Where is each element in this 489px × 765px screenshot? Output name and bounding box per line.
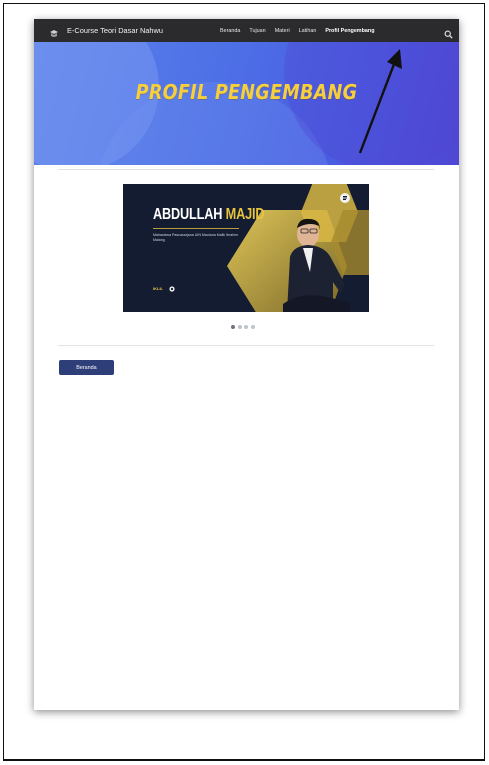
banner-tag: IKLIL — [153, 286, 163, 291]
annotation-arrow-icon — [358, 49, 402, 154]
carousel-dot-2[interactable] — [237, 325, 242, 329]
site-logo-icon[interactable] — [49, 26, 59, 37]
nav-link-profil-pengembang[interactable]: Profil Pengembang — [325, 28, 374, 34]
developer-first-name: ABDULLAH — [153, 206, 223, 223]
site-title[interactable]: E-Course Teori Dasar Nahwu — [67, 26, 163, 35]
divider — [58, 169, 434, 170]
carousel-dot-4[interactable] — [250, 325, 255, 329]
nav-link-beranda[interactable]: Beranda — [220, 28, 240, 34]
developer-name: ABDULLAH MAJID — [153, 206, 265, 224]
developer-description: Mahasiswa Pascasarjana UIN Maulana Malik… — [153, 233, 239, 242]
nav-link-latihan[interactable]: Latihan — [299, 28, 317, 34]
beranda-button[interactable]: Beranda — [59, 360, 114, 375]
nav-link-tujuan[interactable]: Tujuan — [249, 28, 265, 34]
banner-underline — [153, 228, 239, 229]
nav-menu: Beranda Tujuan Materi Latihan Profil Pen… — [220, 19, 383, 42]
top-navbar: E-Course Teori Dasar Nahwu Beranda Tujua… — [34, 19, 459, 42]
browser-screenshot: E-Course Teori Dasar Nahwu Beranda Tujua… — [34, 19, 459, 710]
divider — [58, 345, 434, 346]
badge-icon — [340, 193, 350, 203]
carousel-dot-3[interactable] — [244, 325, 248, 329]
carousel-indicators — [231, 325, 257, 329]
bottom-rule — [3, 759, 485, 761]
instagram-icon — [169, 286, 175, 292]
nav-link-materi[interactable]: Materi — [275, 28, 290, 34]
carousel-slide[interactable]: ABDULLAH MAJID Mahasiswa Pascasarjana UI… — [123, 184, 369, 312]
developer-photo — [283, 218, 351, 312]
carousel-dot-1[interactable] — [231, 325, 235, 329]
search-icon[interactable] — [444, 26, 453, 39]
developer-last-name: MAJID — [225, 206, 265, 223]
